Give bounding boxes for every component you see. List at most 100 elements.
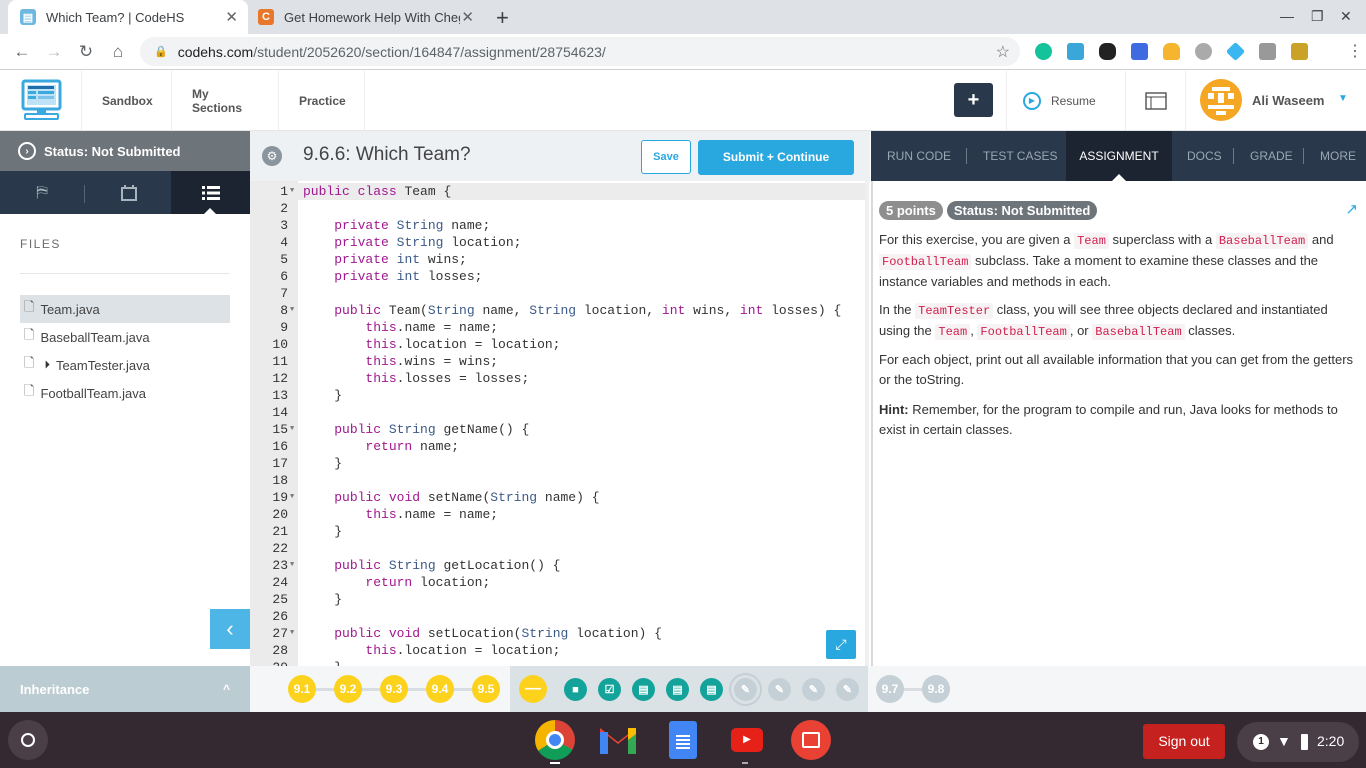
gallery-app-icon[interactable] [791, 720, 831, 760]
file-item[interactable]: 🗋 FootballTeam.java [20, 379, 230, 407]
save-button[interactable]: Save [641, 140, 691, 174]
back-icon[interactable]: ← [12, 42, 32, 62]
bookmark-star-icon[interactable]: ☆ [996, 42, 1010, 62]
chrome-app-icon[interactable] [535, 720, 575, 760]
restore-icon[interactable]: ❐ [1311, 8, 1324, 25]
grammarly-icon[interactable] [1035, 43, 1052, 60]
window-layout-button[interactable] [1126, 71, 1186, 130]
code-line[interactable]: 18 [250, 472, 865, 489]
code-line[interactable]: 27 ▼ public void setLocation(String locat… [250, 625, 865, 642]
submit-continue-button[interactable]: Submit + Continue [698, 140, 854, 175]
code-line[interactable]: 16 return name; [250, 438, 865, 455]
settings-gear-icon[interactable]: ⚙ [262, 146, 282, 166]
code-line[interactable]: 21 } [250, 523, 865, 540]
cloud-icon[interactable] [1067, 43, 1084, 60]
forward-icon[interactable]: → [44, 42, 64, 62]
lesson-node[interactable]: 9.5 [472, 675, 500, 703]
file-item[interactable]: 🗋 Team.java [20, 295, 230, 323]
activity-pencil-icon[interactable]: ✎ [802, 678, 825, 701]
lesson-node[interactable]: 9.4 [426, 675, 454, 703]
code-line[interactable]: 6 private int losses; [250, 268, 865, 285]
lesson-node[interactable]: 9.2 [334, 675, 362, 703]
code-line[interactable]: 13 } [250, 387, 865, 404]
lesson-node[interactable]: 9.1 [288, 675, 316, 703]
nav-my-sections[interactable]: My Sections [172, 71, 279, 130]
code-line[interactable]: 3 private String name; [250, 217, 865, 234]
fold-toggle-icon[interactable]: ▼ [290, 625, 294, 642]
nav-practice[interactable]: Practice [279, 71, 365, 130]
map-tab[interactable]: ⛿ [0, 171, 84, 214]
code-line[interactable]: 7 [250, 285, 865, 302]
file-item[interactable]: 🗋 BaseballTeam.java [20, 323, 230, 351]
bear-icon[interactable] [1099, 43, 1116, 60]
launcher-button[interactable] [8, 720, 48, 760]
code-line[interactable]: 28 this.location = location; [250, 642, 865, 659]
tab-grade[interactable]: GRADE [1250, 131, 1293, 181]
file-item[interactable]: 🗋 ⏵ TeamTester.java [20, 351, 230, 379]
monkey-icon[interactable] [1195, 43, 1212, 60]
code-line[interactable]: 22 [250, 540, 865, 557]
avatar[interactable] [1200, 79, 1242, 121]
tab-test-cases[interactable]: TEST CASES [983, 131, 1057, 181]
code-line[interactable]: 23 ▼ public String getLocation() { [250, 557, 865, 574]
code-line[interactable]: 15 ▼ public String getName() { [250, 421, 865, 438]
activity-pencil-icon[interactable]: ✎ [768, 678, 791, 701]
activity-pencil-icon[interactable]: ✎ [836, 678, 859, 701]
code-line[interactable]: 14 [250, 404, 865, 421]
code-line[interactable]: 10 this.location = location; [250, 336, 865, 353]
thumbs-up-icon[interactable] [1163, 43, 1180, 60]
tab-codehs[interactable]: ▤ Which Team? | CodeHS ✕ [8, 0, 248, 34]
user-name[interactable]: Ali Waseem [1252, 93, 1325, 108]
tab-chegg[interactable]: C Get Homework Help With Chegg ✕ [250, 0, 484, 34]
code-line[interactable]: 29 } [250, 659, 865, 666]
gmail-app-icon[interactable] [598, 724, 638, 756]
collapse-panel-button[interactable]: ‹ [210, 609, 250, 649]
window-close-icon[interactable]: ✕ [1340, 8, 1352, 25]
home-icon[interactable]: ⌂ [108, 42, 128, 62]
codehs-logo[interactable] [0, 71, 82, 130]
lock-extension-icon[interactable] [1291, 43, 1308, 60]
close-tab-icon[interactable]: ✕ [461, 8, 474, 26]
code-line[interactable]: 5 private int wins; [250, 251, 865, 268]
b-icon[interactable] [1131, 43, 1148, 60]
reload-icon[interactable]: ↻ [76, 42, 96, 62]
activity-pencil-icon[interactable]: ✎ [734, 678, 757, 701]
editor-scrollbar[interactable] [865, 181, 869, 666]
url-input[interactable]: 🔒 codehs.com/student/2052620/section/164… [140, 37, 1020, 66]
external-link-icon[interactable]: ↗ [1345, 200, 1358, 218]
chrome-menu-icon[interactable]: ⋮ [1347, 41, 1363, 61]
code-line[interactable]: 11 this.wins = wins; [250, 353, 865, 370]
current-lesson-node[interactable]: — [519, 675, 547, 703]
fold-toggle-icon[interactable]: ▼ [290, 557, 294, 574]
code-line[interactable]: 1 ▼ public class Team { [250, 183, 865, 200]
code-editor[interactable]: 1 ▼ public class Team {2 3 private String n… [250, 181, 865, 666]
system-tray[interactable]: 1 ▼ 2:20 [1237, 722, 1359, 762]
lesson-node[interactable]: 9.8 [922, 675, 950, 703]
activity-video-icon[interactable]: ■ [564, 678, 587, 701]
diamond-icon[interactable] [1225, 41, 1246, 62]
youtube-app-icon[interactable]: ▶ [731, 728, 763, 752]
fold-toggle-icon[interactable]: ▼ [290, 489, 294, 506]
resume-button[interactable]: ▶ Resume [1006, 71, 1126, 130]
fullscreen-button[interactable]: ⤢ [826, 630, 856, 659]
code-line[interactable]: 8 ▼ public Team(String name, String locat… [250, 302, 865, 319]
lesson-node[interactable]: 9.7 [876, 675, 904, 703]
sign-out-button[interactable]: Sign out [1143, 724, 1225, 759]
code-line[interactable]: 12 this.losses = losses; [250, 370, 865, 387]
code-line[interactable]: 17 } [250, 455, 865, 472]
tab-assignment[interactable]: ASSIGNMENT [1066, 131, 1172, 181]
tab-docs[interactable]: DOCS [1187, 131, 1222, 181]
activity-doc-icon[interactable]: ▤ [666, 678, 689, 701]
fold-toggle-icon[interactable]: ▼ [290, 421, 294, 438]
code-line[interactable]: 24 return location; [250, 574, 865, 591]
code-line[interactable]: 9 this.name = name; [250, 319, 865, 336]
activity-doc-icon[interactable]: ▤ [700, 678, 723, 701]
code-line[interactable]: 19 ▼ public void setName(String name) { [250, 489, 865, 506]
create-plus-button[interactable]: + [954, 83, 993, 117]
calendar-tab[interactable] [86, 171, 171, 214]
code-line[interactable]: 25 } [250, 591, 865, 608]
user-dropdown-icon[interactable]: ▼ [1338, 93, 1348, 104]
docs-app-icon[interactable] [669, 721, 697, 759]
section-selector[interactable]: Inheritance ^ [0, 666, 250, 712]
code-line[interactable]: 4 private String location; [250, 234, 865, 251]
